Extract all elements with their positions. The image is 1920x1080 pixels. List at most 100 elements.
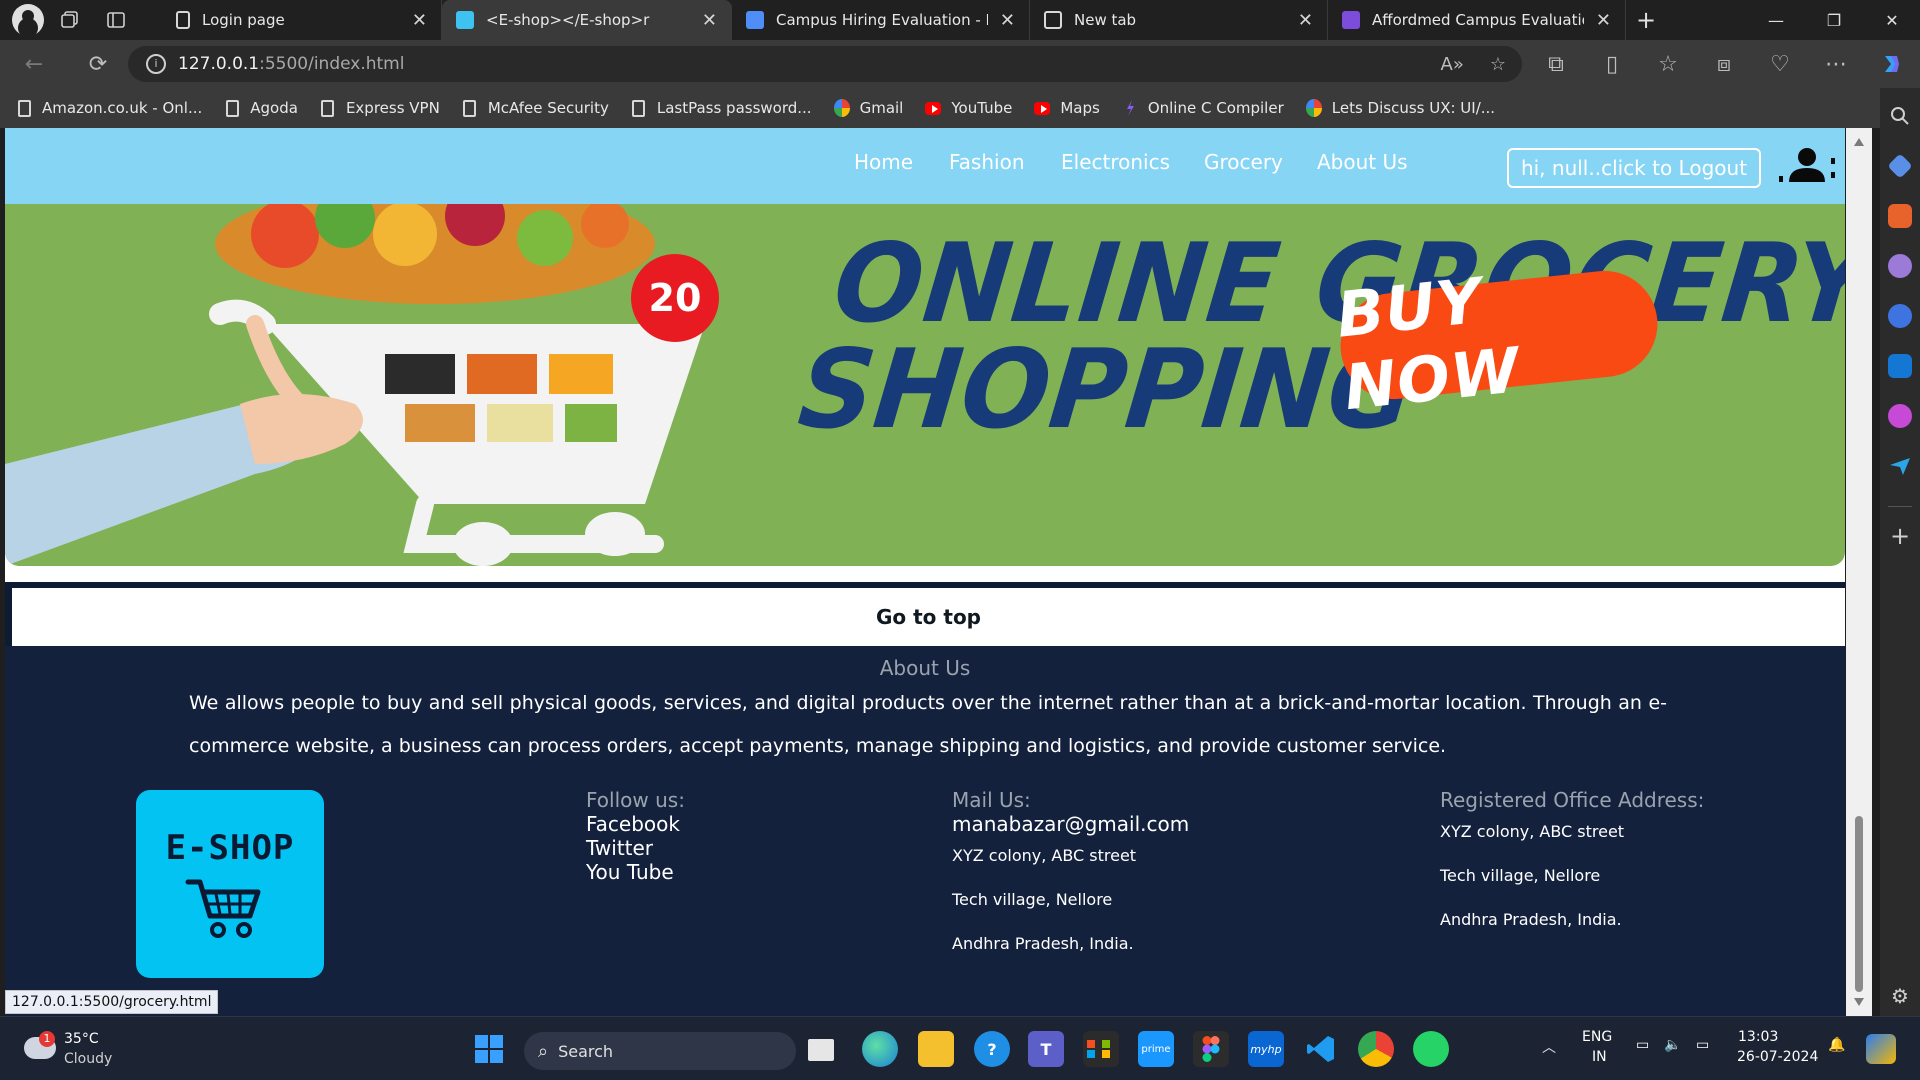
bookmark-agoda[interactable]: Agoda <box>224 99 298 117</box>
address-bar[interactable]: i 127.0.0.1:5500/index.html A» ☆ <box>128 46 1522 82</box>
figma-icon[interactable] <box>1193 1031 1229 1067</box>
favorite-star-icon[interactable]: ☆ <box>1490 54 1506 75</box>
user-account-icon[interactable] <box>1777 146 1837 186</box>
email-link[interactable]: manabazar@gmail.com <box>952 812 1189 836</box>
bookmark-maps[interactable]: Maps <box>1034 99 1100 117</box>
grocery-banner[interactable]: 20 ONLINE GROCERY SHOPPING BUY NOW <box>5 204 1845 566</box>
tab-login-page[interactable]: Login page ✕ <box>162 0 442 40</box>
office-address-line: XYZ colony, ABC street <box>1440 822 1625 841</box>
tab-affordmed[interactable]: Affordmed Campus Evaluation | ✕ <box>1328 0 1626 40</box>
browser-essentials-icon[interactable]: ♡ <box>1752 44 1808 84</box>
window-close-icon[interactable]: ✕ <box>1864 0 1920 40</box>
new-tab-plus-icon[interactable]: + <box>1626 6 1666 34</box>
restore-icon[interactable]: ❐ <box>1806 0 1862 40</box>
microsoft-store-icon[interactable] <box>1083 1031 1119 1067</box>
search-icon[interactable] <box>1888 104 1912 128</box>
tab-actions-icon[interactable] <box>96 4 136 36</box>
nav-home-link[interactable]: Home <box>854 150 913 174</box>
whatsapp-icon[interactable] <box>1413 1031 1449 1067</box>
tray-chevron-up-icon[interactable]: ︿ <box>1542 1037 1556 1057</box>
scrollbar-thumb[interactable] <box>1855 816 1863 992</box>
settings-gear-icon[interactable]: ⚙ <box>1888 984 1912 1008</box>
close-icon[interactable]: ✕ <box>412 10 427 31</box>
copilot-sidebar-icon[interactable] <box>1888 304 1912 328</box>
youtube-link[interactable]: You Tube <box>586 860 674 884</box>
games-icon[interactable] <box>1888 254 1912 278</box>
outlook-icon[interactable] <box>1888 354 1912 378</box>
close-icon[interactable]: ✕ <box>702 10 717 31</box>
facebook-link[interactable]: Facebook <box>586 812 680 836</box>
split-screen-icon[interactable]: ▯ <box>1584 44 1640 84</box>
edge-browser-icon[interactable] <box>862 1031 898 1067</box>
file-explorer-icon[interactable] <box>918 1031 954 1067</box>
cart-icon <box>185 879 261 938</box>
vscode-icon[interactable] <box>1303 1031 1339 1067</box>
language-top[interactable]: ENG <box>1582 1029 1612 1045</box>
link-status-url: 127.0.0.1:5500/grocery.html <box>5 990 219 1014</box>
go-to-top-link[interactable]: Go to top <box>12 582 1845 646</box>
help-icon[interactable]: ? <box>974 1031 1010 1067</box>
tools-icon[interactable] <box>1888 204 1912 228</box>
bookmark-lets-discuss-ux[interactable]: Lets Discuss UX: UI/... <box>1305 99 1495 117</box>
workspaces-icon[interactable] <box>50 4 90 36</box>
designer-icon[interactable] <box>1888 404 1912 428</box>
close-icon[interactable]: ✕ <box>1596 10 1611 31</box>
bookmark-amazon[interactable]: Amazon.co.uk - Onl... <box>16 99 202 117</box>
battery-icon[interactable]: ▭ <box>1696 1037 1709 1053</box>
back-icon[interactable]: ← <box>12 44 56 84</box>
tab-campus-hiring[interactable]: Campus Hiring Evaluation - From ✕ <box>732 0 1030 40</box>
bookmark-youtube[interactable]: YouTube <box>925 99 1012 117</box>
bookmark-express-vpn[interactable]: Express VPN <box>320 99 440 117</box>
document-icon <box>320 99 336 117</box>
bookmark-mcafee[interactable]: McAfee Security <box>462 99 609 117</box>
weather-description[interactable]: Cloudy <box>64 1051 112 1067</box>
tab-eshop[interactable]: <E-shop></E-shop>r ✕ <box>442 0 732 40</box>
read-aloud-icon[interactable]: A» <box>1441 54 1464 75</box>
collections-icon[interactable]: ⧈ <box>1696 44 1752 84</box>
extensions-icon[interactable]: ⧉ <box>1528 44 1584 84</box>
site-info-icon[interactable]: i <box>146 54 166 74</box>
tag-icon[interactable] <box>1887 153 1913 179</box>
copilot-taskbar-icon[interactable] <box>1866 1034 1896 1064</box>
teams-icon[interactable]: T <box>1028 1031 1064 1067</box>
send-icon[interactable] <box>1888 454 1912 478</box>
nav-electronics-link[interactable]: Electronics <box>1061 150 1170 174</box>
bookmark-online-c-compiler[interactable]: Online C Compiler <box>1122 99 1284 117</box>
page-scrollbar[interactable] <box>1846 128 1872 1016</box>
scroll-up-arrow-icon[interactable] <box>1854 138 1864 146</box>
more-menu-icon[interactable]: ⋯ <box>1808 44 1864 84</box>
network-icon[interactable]: ▭ <box>1636 1037 1649 1053</box>
taskbar-search[interactable]: ⌕ Search <box>524 1032 796 1070</box>
buy-now-button[interactable]: BUY NOW <box>1333 264 1663 424</box>
logout-button[interactable]: hi, null..click to Logout <box>1507 148 1761 188</box>
minimize-icon[interactable]: — <box>1748 0 1804 40</box>
prime-video-icon[interactable]: prime <box>1138 1031 1174 1067</box>
bookmark-lastpass[interactable]: LastPass password... <box>631 99 812 117</box>
eshop-logo[interactable]: E-SHOP <box>136 790 324 978</box>
edge-sidebar: + ⚙ <box>1880 88 1920 1016</box>
favorites-icon[interactable]: ☆ <box>1640 44 1696 84</box>
chrome-icon[interactable] <box>1358 1031 1394 1067</box>
add-icon[interactable]: + <box>1888 524 1912 548</box>
tab-new-tab[interactable]: New tab ✕ <box>1030 0 1328 40</box>
nav-fashion-link[interactable]: Fashion <box>949 150 1025 174</box>
clock-time[interactable]: 13:03 <box>1738 1029 1778 1045</box>
nav-grocery-link[interactable]: Grocery <box>1204 150 1283 174</box>
volume-icon[interactable]: 🔈 <box>1664 1037 1681 1053</box>
close-icon[interactable]: ✕ <box>1298 10 1313 31</box>
nav-about-us-link[interactable]: About Us <box>1317 150 1408 174</box>
close-icon[interactable]: ✕ <box>1000 10 1015 31</box>
notification-bell-icon[interactable]: 🔔 <box>1828 1037 1845 1053</box>
weather-temperature[interactable]: 35°C <box>64 1031 99 1047</box>
twitter-link[interactable]: Twitter <box>586 836 653 860</box>
myhp-icon[interactable]: myhp <box>1248 1031 1284 1067</box>
copilot-icon[interactable] <box>1864 44 1920 84</box>
language-bottom[interactable]: IN <box>1592 1049 1607 1065</box>
windows-start-icon[interactable] <box>471 1031 507 1067</box>
refresh-icon[interactable]: ⟳ <box>76 44 120 84</box>
clock-date[interactable]: 26-07-2024 <box>1737 1049 1818 1065</box>
task-view-icon[interactable] <box>808 1039 834 1061</box>
bookmark-gmail[interactable]: Gmail <box>833 99 903 117</box>
scroll-down-arrow-icon[interactable] <box>1854 998 1864 1006</box>
profile-avatar[interactable] <box>12 4 44 36</box>
